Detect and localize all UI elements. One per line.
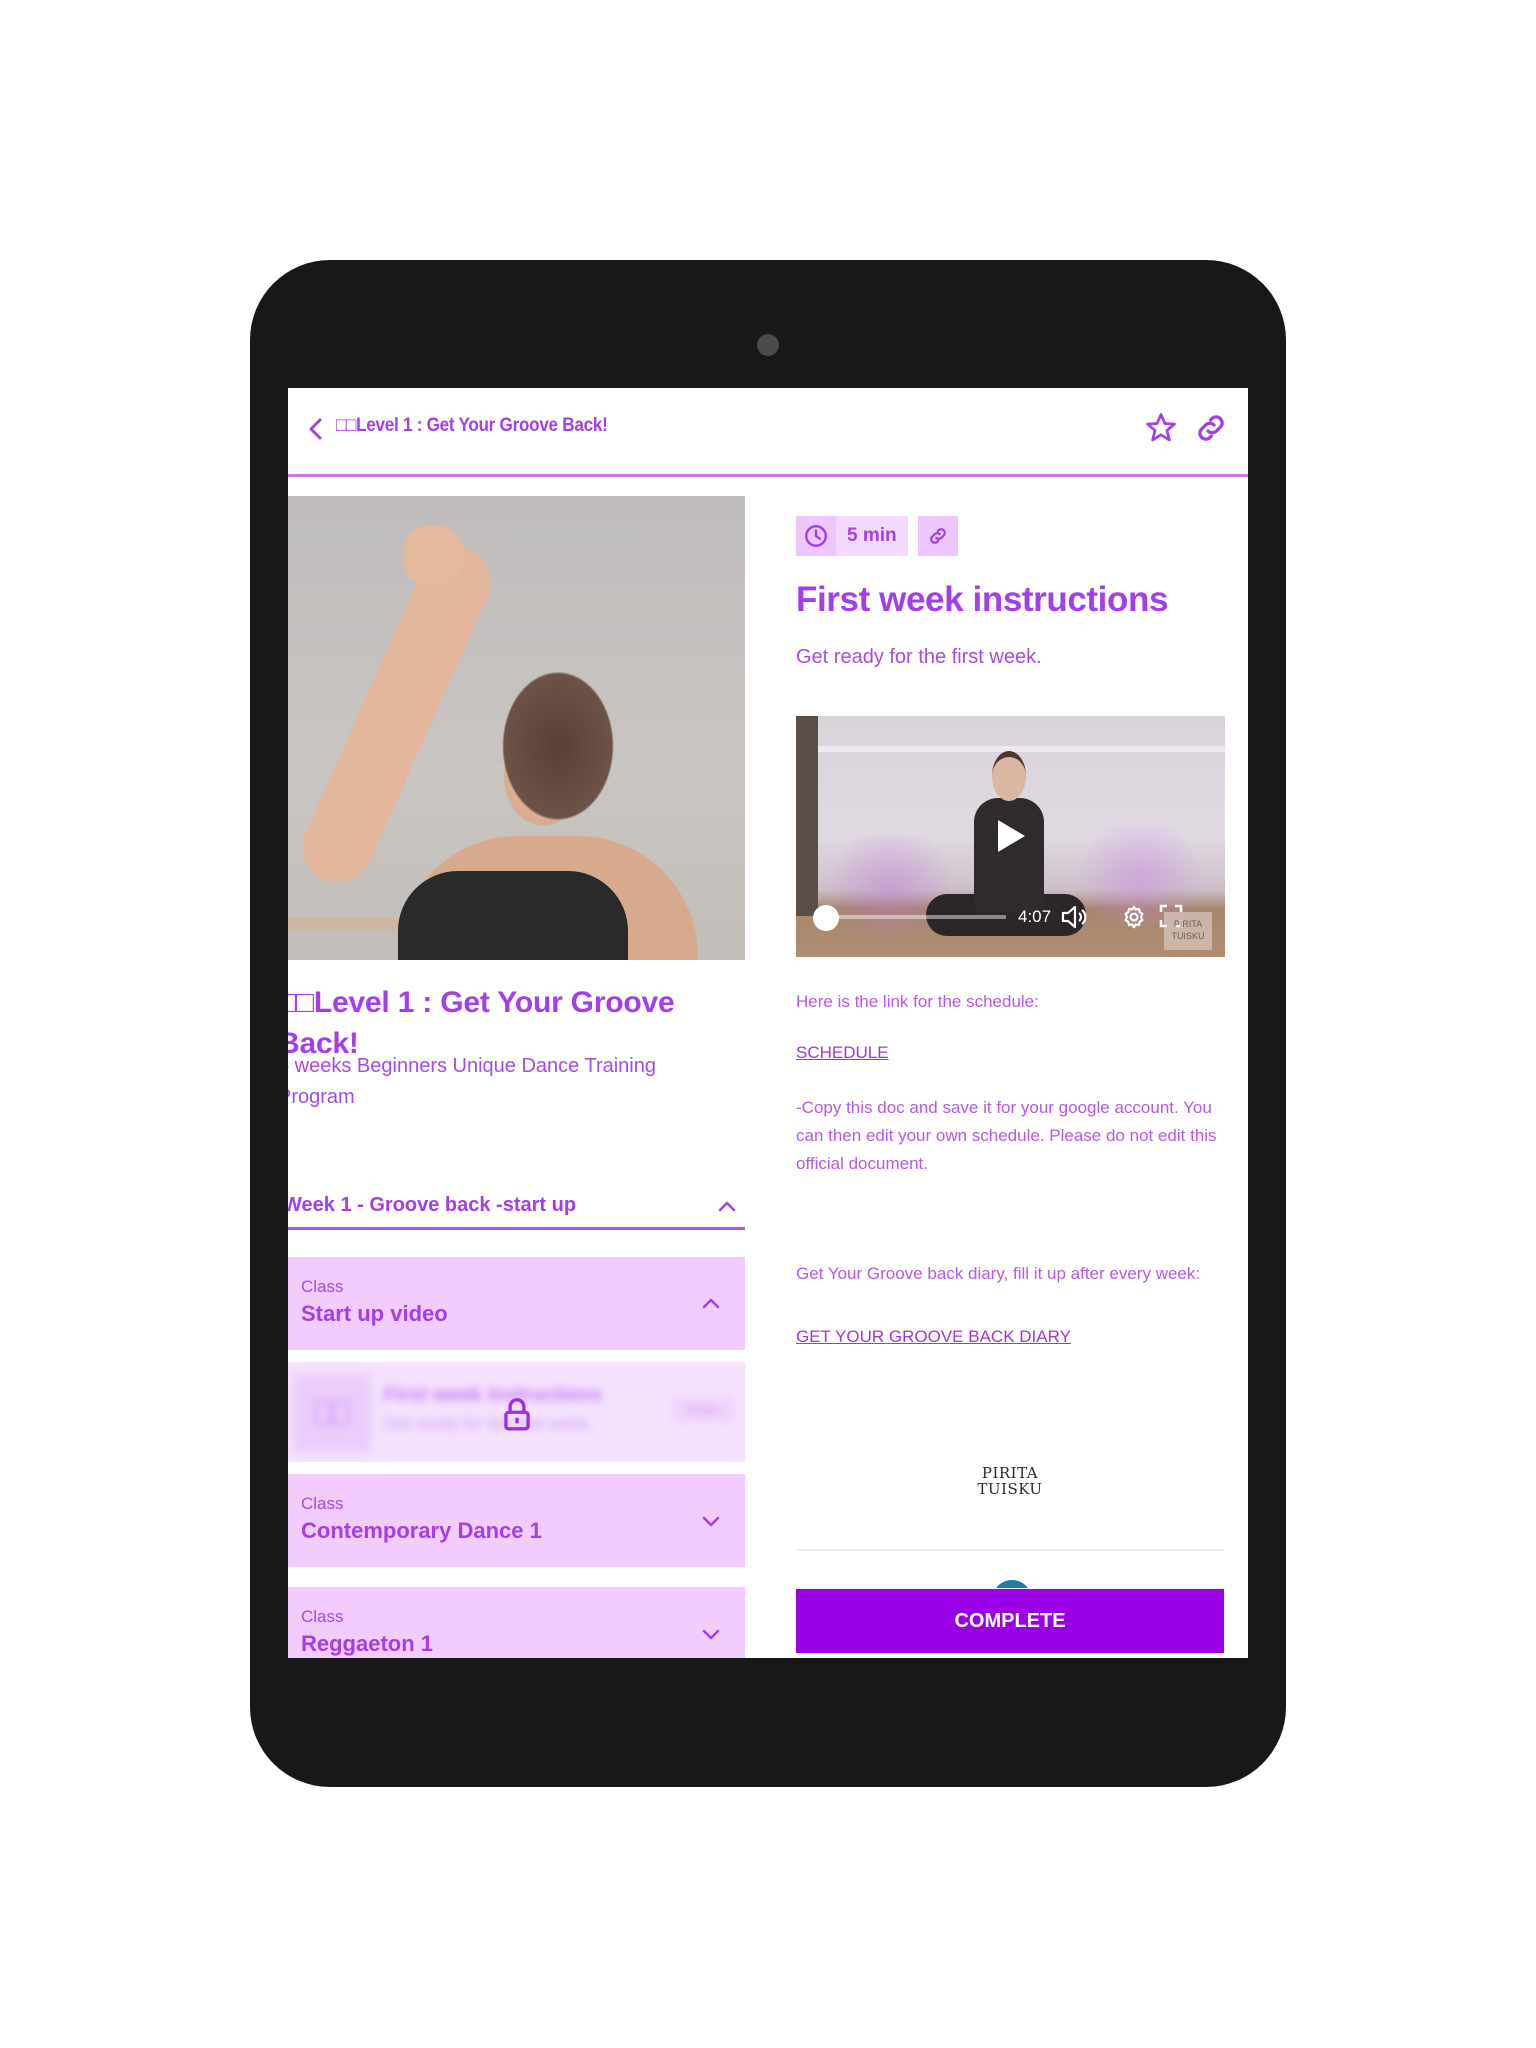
course-subtitle: 6 weeks Beginners Unique Dance Training … [288,1055,656,1108]
class-kicker: Class [301,1494,344,1513]
divider [796,1549,1224,1551]
image-arm [291,536,502,894]
image-fist [403,526,463,584]
lesson-title: First week instructions [384,1384,602,1406]
lock-icon [504,1398,530,1431]
course-title-header: □□Level 1 : Get Your Groove Back! [336,415,608,436]
brand-logo: PIRITA TUISKU [960,1465,1060,1505]
image-top [398,871,628,960]
chevron-up-icon [718,1201,736,1212]
class-kicker: Class [301,1277,344,1296]
chevron-down-icon [702,1516,720,1527]
lesson-description: Get ready for the first week. [796,646,1042,668]
duration-text: 5 min [847,525,897,546]
video-scene-head [992,751,1026,801]
video-scene-rail [814,746,1225,752]
lesson-row-locked[interactable]: First week instructions Get ready for th… [288,1362,745,1462]
image-barre [288,918,408,930]
link-icon [930,528,946,544]
brand-logo-line2: TUISKU [977,1480,1043,1498]
clock-icon [805,525,827,547]
back-button[interactable] [304,412,328,446]
class-card-start-up-video[interactable]: Class Start up video [288,1257,745,1350]
lesson-thumbnail [293,1374,371,1452]
class-kicker: Class [301,1607,344,1626]
brand-logo-line1: PIRITA [981,1464,1039,1482]
avatar [992,1580,1032,1588]
lesson-detail-panel: 5 min First week instructions Get ready … [796,388,1225,1658]
class-name: Reggaeton 1 [301,1631,434,1656]
class-name: Contemporary Dance 1 [301,1518,542,1543]
class-name: Start up video [301,1301,448,1326]
video-scene-person [974,798,1044,913]
gear-icon[interactable] [1121,904,1147,930]
lesson-title: First week instructions [796,580,1169,619]
lesson-duration: 5 min [673,1398,733,1422]
schedule-note-text: -Copy this doc and save it for your goog… [796,1098,1217,1173]
book-icon [313,1400,351,1426]
lesson-subtitle: Get ready for the first week. [384,1414,593,1433]
diary-link[interactable]: GET YOUR GROOVE BACK DIARY [796,1327,1071,1347]
chevron-down-icon [702,1629,720,1640]
class-card-contemporary-dance-1[interactable]: Class Contemporary Dance 1 [288,1474,745,1567]
complete-button[interactable]: COMPLETE [796,1589,1224,1653]
play-icon[interactable] [996,819,1026,853]
chevron-left-icon [309,418,322,440]
video-player[interactable]: 4:07 PIRITA TUISKU [796,716,1225,957]
schedule-intro-text: Here is the link for the schedule: [796,992,1039,1011]
volume-icon[interactable] [1060,904,1088,930]
schedule-link[interactable]: SCHEDULE [796,1043,889,1063]
class-card-reggaeton-1[interactable]: Class Reggaeton 1 [288,1587,745,1658]
video-progress-bar[interactable] [826,915,1006,919]
chevron-up-icon [702,1298,720,1309]
duration-chip: 5 min [796,516,908,556]
week-accordion-header[interactable]: Week 1 - Groove back -start up [288,1189,745,1230]
week-label: Week 1 - Groove back -start up [288,1194,577,1216]
app-screen: □□Level 1 : Get Your Groove Back! □□Leve… [288,388,1248,1658]
video-progress-handle[interactable] [813,905,839,931]
clock-icon-box [796,516,836,556]
video-scene-curtain [796,716,818,916]
copy-lesson-link-button[interactable] [918,516,958,556]
diary-intro-text: Get Your Groove back diary, fill it up a… [796,1264,1201,1283]
video-watermark: PIRITA TUISKU [1164,912,1212,950]
video-time: 4:07 [1018,907,1052,926]
front-camera [757,334,779,356]
course-hero-image [288,496,745,960]
